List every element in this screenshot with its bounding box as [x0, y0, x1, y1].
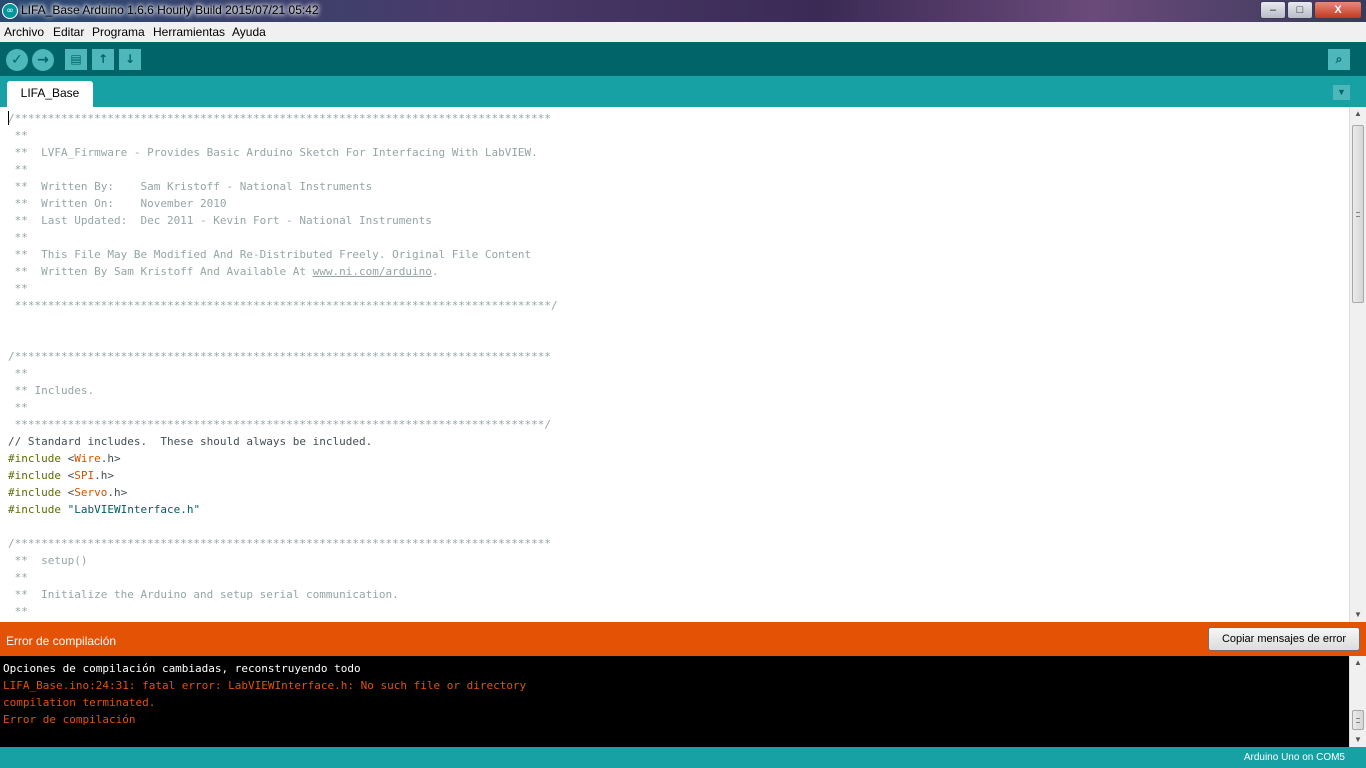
- console-line: LIFA_Base.ino:24:31: fatal error: LabVIE…: [3, 679, 527, 692]
- close-button[interactable]: X: [1314, 1, 1362, 19]
- tab-lifa-base[interactable]: LIFA_Base: [7, 81, 93, 107]
- code-line: ** Written By: Sam Kristoff - National I…: [8, 180, 373, 193]
- editor-scrollbar[interactable]: ▲ ▼: [1349, 107, 1366, 622]
- window-title: LIFA_Base Arduino 1.6.6 Hourly Build 201…: [21, 3, 319, 17]
- code-line: // Standard includes. These should alway…: [8, 435, 373, 448]
- scroll-down-icon[interactable]: ▼: [1350, 733, 1366, 747]
- menu-bar: Archivo Editar Programa Herramientas Ayu…: [0, 22, 1366, 42]
- code-line: **: [8, 163, 28, 176]
- minimize-button[interactable]: –: [1260, 1, 1286, 19]
- footer-bar: Arduino Uno on COM5: [0, 747, 1366, 768]
- status-message: Error de compilación: [6, 634, 117, 648]
- copy-error-messages-button[interactable]: Copiar mensajes de error: [1208, 627, 1360, 651]
- code-line: ** Initialize the Arduino and setup seri…: [8, 588, 399, 601]
- library-name: SPI: [74, 469, 95, 482]
- code-line: ** Last Updated: Dec 2011 - Kevin Fort -…: [8, 214, 432, 227]
- code-line: **: [8, 231, 28, 244]
- code-line: /***************************************…: [8, 112, 552, 125]
- code-line: ** This File May Be Modified And Re-Dist…: [8, 248, 532, 261]
- code-line: ** Written By Sam Kristoff And Available…: [8, 263, 1343, 280]
- include-line: #include <Wire.h>: [8, 450, 1343, 467]
- code-line: /***************************************…: [8, 350, 552, 363]
- include-line: #include <SPI.h>: [8, 467, 1343, 484]
- grip-icon: [1356, 212, 1360, 217]
- scroll-up-icon[interactable]: ▲: [1350, 656, 1366, 670]
- code-line: ****************************************…: [8, 418, 552, 431]
- editor-gutter: [0, 107, 5, 622]
- include-line: #include <Servo.h>: [8, 484, 1343, 501]
- code-text: <: [60, 486, 75, 499]
- menu-editar[interactable]: Editar: [53, 25, 84, 39]
- code-line: **: [8, 129, 28, 142]
- new-sketch-icon[interactable]: ▤: [65, 49, 87, 70]
- code-area[interactable]: /***************************************…: [8, 110, 1343, 620]
- menu-programa[interactable]: Programa: [92, 25, 145, 39]
- toolbar: ✓ → ▤ ↑ ↓ ⌕: [0, 42, 1366, 76]
- menu-ayuda[interactable]: Ayuda: [232, 25, 266, 39]
- menu-herramientas[interactable]: Herramientas: [153, 25, 225, 39]
- code-text: <: [60, 469, 75, 482]
- title-bar: ∞ LIFA_Base Arduino 1.6.6 Hourly Build 2…: [0, 0, 1366, 22]
- code-line: ** Includes.: [8, 384, 95, 397]
- code-line: **: [8, 401, 28, 414]
- maximize-button[interactable]: □: [1287, 1, 1313, 19]
- verify-icon[interactable]: ✓: [6, 49, 28, 71]
- scroll-up-icon[interactable]: ▲: [1350, 107, 1366, 121]
- menu-archivo[interactable]: Archivo: [4, 25, 44, 39]
- console-line: compilation terminated.: [3, 696, 156, 709]
- scroll-down-icon[interactable]: ▼: [1350, 608, 1366, 622]
- code-editor[interactable]: /***************************************…: [0, 107, 1366, 622]
- code-line: ** LVFA_Firmware - Provides Basic Arduin…: [8, 146, 538, 159]
- code-text: .h>: [100, 452, 121, 465]
- link-ni-arduino[interactable]: www.ni.com/arduino: [313, 265, 432, 278]
- code-line: ****************************************…: [8, 299, 558, 312]
- scrollbar-thumb[interactable]: [1352, 710, 1364, 730]
- library-name: Servo: [74, 486, 108, 499]
- include-directive: #include: [8, 503, 61, 516]
- serial-monitor-icon[interactable]: ⌕: [1328, 49, 1350, 70]
- code-line: **: [8, 282, 28, 295]
- scrollbar-thumb[interactable]: [1352, 125, 1364, 303]
- console-line: Opciones de compilación cambiadas, recon…: [3, 662, 361, 675]
- code-text: <: [60, 452, 75, 465]
- tab-menu-dropdown-icon[interactable]: ▼: [1333, 85, 1350, 100]
- status-bar: Error de compilación Copiar mensajes de …: [0, 622, 1366, 656]
- console-output[interactable]: Opciones de compilación cambiadas, recon…: [0, 656, 1366, 747]
- code-line: **: [8, 605, 28, 618]
- header-string: "LabVIEWInterface.h": [67, 503, 201, 516]
- code-line: ** Written On: November 2010: [8, 197, 227, 210]
- include-directive: #include: [8, 469, 61, 482]
- save-sketch-icon[interactable]: ↓: [119, 49, 141, 70]
- code-text: ** Written By Sam Kristoff And Available…: [8, 265, 313, 278]
- upload-icon[interactable]: →: [32, 49, 54, 71]
- code-line: ** setup(): [8, 554, 88, 567]
- include-directive: #include: [8, 452, 61, 465]
- grip-icon: [1356, 718, 1360, 723]
- code-line: **: [8, 571, 28, 584]
- library-name: Wire: [74, 452, 101, 465]
- tab-bar: LIFA_Base ▼: [0, 76, 1366, 107]
- include-directive: #include: [8, 486, 61, 499]
- open-sketch-icon[interactable]: ↑: [92, 49, 114, 70]
- console-scrollbar[interactable]: ▲ ▼: [1349, 656, 1366, 747]
- code-line: /***************************************…: [8, 537, 552, 550]
- code-text: .h>: [107, 486, 128, 499]
- board-port-info: Arduino Uno on COM5: [1243, 752, 1345, 763]
- code-line: **: [8, 367, 28, 380]
- console-line: Error de compilación: [3, 713, 136, 726]
- code-text: .h>: [94, 469, 114, 482]
- code-text: .: [431, 265, 439, 278]
- include-line: #include "LabVIEWInterface.h": [8, 501, 1343, 518]
- arduino-logo-icon: ∞: [2, 3, 18, 19]
